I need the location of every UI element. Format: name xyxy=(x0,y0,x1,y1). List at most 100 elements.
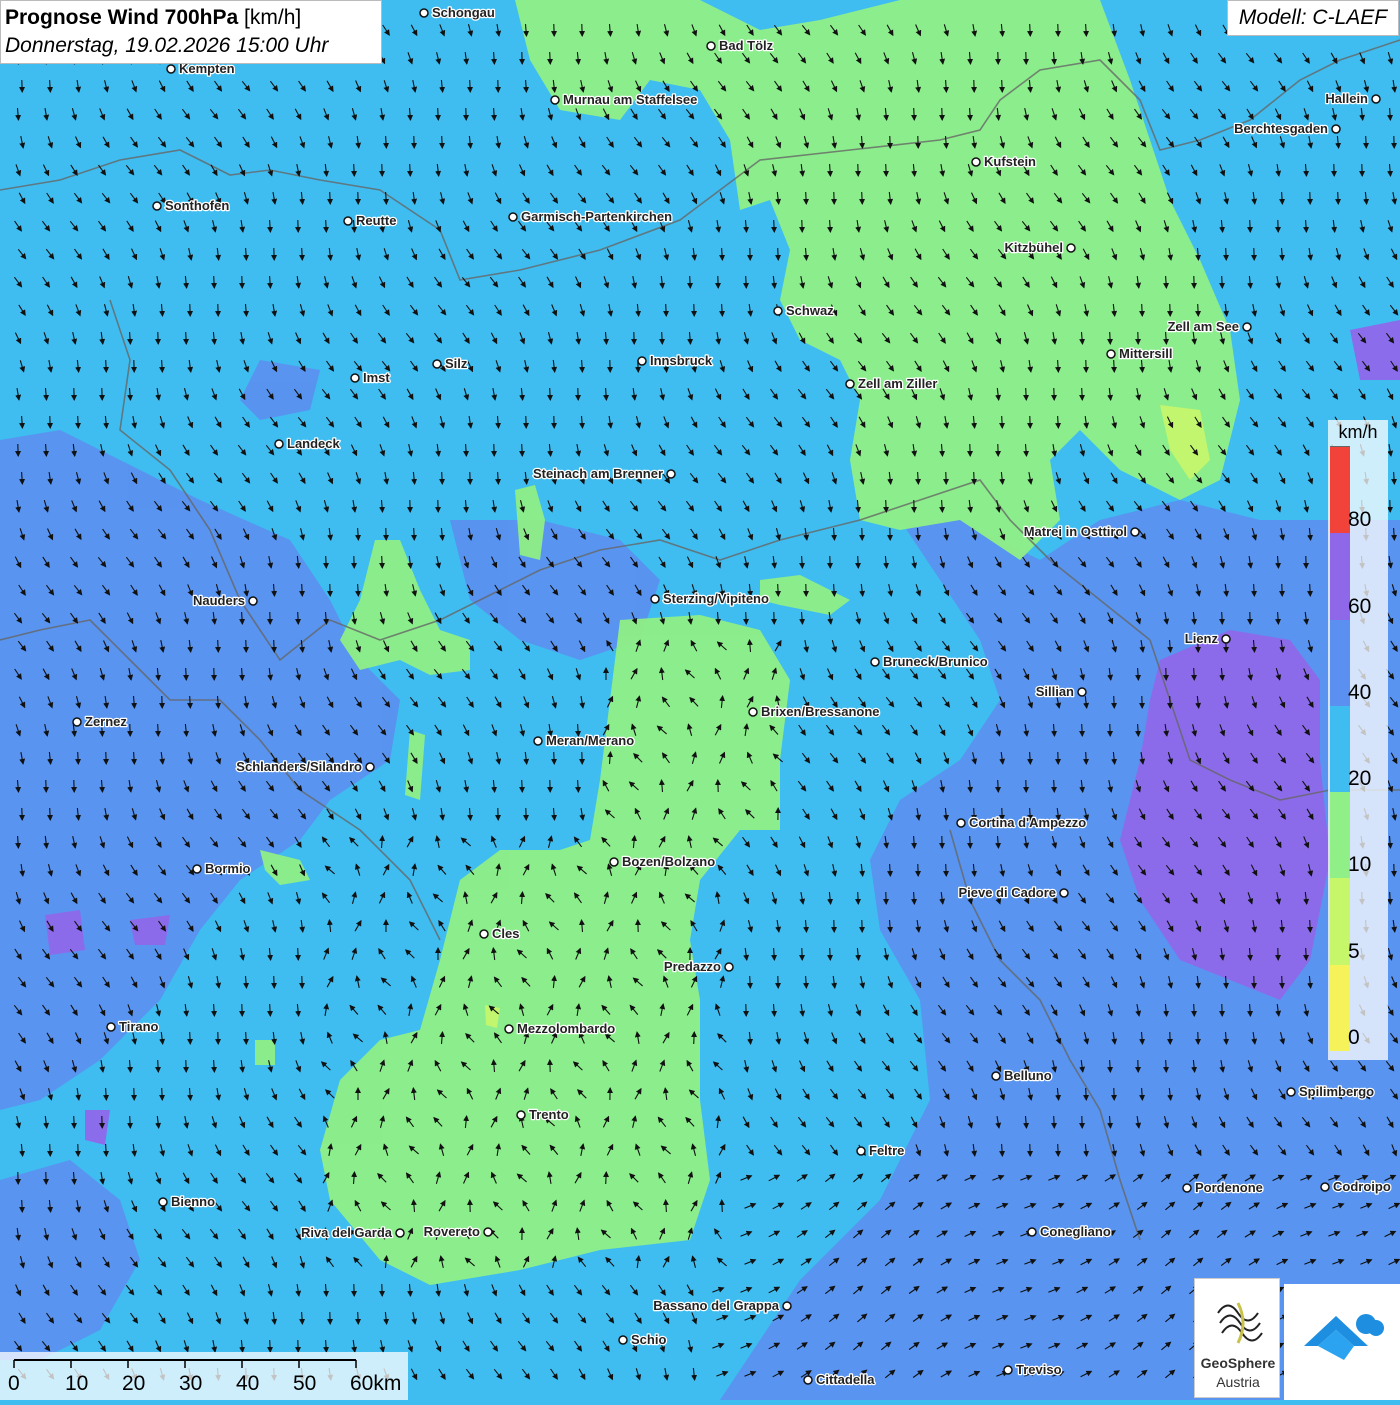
city-label: Schwaz xyxy=(786,303,834,318)
city-marker[interactable]: Spilimbergo xyxy=(1287,1084,1374,1099)
city-marker[interactable]: Cortina d'Ampezzo xyxy=(957,815,1086,830)
scale-bar: 0102030405060km xyxy=(0,1352,408,1400)
city-dot xyxy=(484,1228,492,1236)
city-marker[interactable]: Sterzing/Vipiteno xyxy=(651,591,769,606)
wind-arrow xyxy=(1110,332,1111,344)
wind-arrow xyxy=(778,248,779,260)
wind-arrow xyxy=(22,1200,23,1212)
wind-arrow xyxy=(106,360,107,372)
wind-arrow xyxy=(1086,1088,1087,1100)
scale-label: 40 xyxy=(236,1372,259,1396)
city-marker[interactable]: Garmisch-Partenkirchen xyxy=(509,209,672,224)
city-label: Codroipo xyxy=(1333,1179,1391,1194)
geosphere-logo[interactable]: GeoSphere Austria xyxy=(1194,1278,1280,1398)
wind-arrow xyxy=(1086,752,1087,764)
legend-tick-label: 10 xyxy=(1348,853,1371,877)
weather-app-logo[interactable] xyxy=(1284,1284,1400,1400)
city-dot xyxy=(749,708,757,716)
wind-arrow xyxy=(1082,724,1083,736)
wind-arrow xyxy=(1058,1144,1059,1156)
city-marker[interactable]: Sonthofen xyxy=(153,198,229,213)
wind-arrow xyxy=(914,108,915,120)
city-label: Murnau am Staffelsee xyxy=(563,92,697,107)
wind-arrow xyxy=(330,192,331,204)
wind-arrow xyxy=(298,612,299,624)
city-marker[interactable]: Pordenone xyxy=(1183,1180,1263,1195)
wind-arrow xyxy=(302,248,303,260)
weather-app-icon xyxy=(1284,1284,1400,1400)
wind-arrow xyxy=(442,136,443,148)
city-label: Hallein xyxy=(1325,91,1368,106)
wind-arrow xyxy=(1030,24,1031,36)
city-marker[interactable]: Meran/Merano xyxy=(534,733,634,748)
city-marker[interactable]: Pieve di Cadore xyxy=(958,885,1068,900)
city-marker[interactable]: Conegliano xyxy=(1028,1224,1111,1239)
scale-label: 50 xyxy=(293,1372,316,1396)
city-label: Garmisch-Partenkirchen xyxy=(521,209,672,224)
wind-arrow xyxy=(246,1032,247,1044)
city-label: Mezzolombardo xyxy=(517,1021,615,1036)
wind-arrow xyxy=(746,612,747,624)
geosphere-name: GeoSphere xyxy=(1195,1355,1281,1371)
city-marker[interactable]: Schongau xyxy=(420,5,495,20)
wind-arrow xyxy=(1310,584,1311,596)
city-dot xyxy=(1060,889,1068,897)
wind-arrow xyxy=(1002,416,1003,428)
city-marker[interactable]: Brixen/Bressanone xyxy=(749,704,880,719)
wind-arrow xyxy=(442,472,443,484)
city-marker[interactable]: Mezzolombardo xyxy=(505,1021,615,1036)
city-label: Schongau xyxy=(432,5,495,20)
city-marker[interactable]: Zell am See xyxy=(1167,319,1251,334)
wind-arrow xyxy=(1282,976,1283,988)
city-dot xyxy=(344,217,352,225)
city-marker[interactable]: Innsbruck xyxy=(638,353,713,368)
city-dot xyxy=(420,9,428,17)
scale-label: 60km xyxy=(350,1372,401,1396)
city-marker[interactable]: Schlanders/Silandro xyxy=(236,759,374,774)
wind-arrow xyxy=(78,416,79,428)
city-dot xyxy=(1004,1366,1012,1374)
wind-arrow xyxy=(274,976,275,988)
city-marker[interactable]: Steinach am Brenner xyxy=(533,466,675,481)
city-marker[interactable]: Riva del Garda xyxy=(301,1225,404,1240)
city-dot xyxy=(1321,1183,1329,1191)
city-dot xyxy=(153,202,161,210)
wind-arrow xyxy=(158,724,159,736)
city-dot xyxy=(505,1025,513,1033)
city-marker[interactable]: Berchtesgaden xyxy=(1234,121,1340,136)
city-marker[interactable]: Bruneck/Brunico xyxy=(871,654,988,669)
city-dot xyxy=(610,858,618,866)
wind-arrow xyxy=(522,780,523,792)
wind-map[interactable]: SchongauBad TölzKemptenMurnau am Staffel… xyxy=(0,0,1400,1400)
wind-arrow xyxy=(746,276,747,288)
city-marker[interactable]: Murnau am Staffelsee xyxy=(551,92,697,107)
scale-label: 0 xyxy=(8,1372,20,1396)
city-dot xyxy=(107,1023,115,1031)
city-dot xyxy=(783,1302,791,1310)
wind-arrow xyxy=(1054,1116,1055,1128)
city-marker[interactable]: Matrei in Osttirol xyxy=(1024,524,1139,539)
wind-arrow xyxy=(1166,1060,1167,1072)
wind-arrow xyxy=(74,1116,75,1128)
wind-arrow xyxy=(806,192,807,204)
wind-arrow xyxy=(778,584,779,596)
city-marker[interactable]: Bozen/Bolzano xyxy=(610,854,715,869)
city-label: Lienz xyxy=(1185,631,1219,646)
city-label: Nauders xyxy=(193,593,245,608)
wind-arrow xyxy=(470,80,471,92)
city-marker[interactable]: Bassano del Grappa xyxy=(653,1298,791,1313)
wind-arrow xyxy=(662,332,663,344)
wind-arrow xyxy=(1194,1004,1195,1016)
legend-tick-label: 20 xyxy=(1348,767,1371,791)
city-dot xyxy=(517,1111,525,1119)
city-dot xyxy=(857,1147,865,1155)
city-label: Sterzing/Vipiteno xyxy=(663,591,769,606)
wind-arrow xyxy=(270,1004,271,1016)
wind-arrow xyxy=(998,780,999,792)
city-dot xyxy=(774,307,782,315)
wind-arrow xyxy=(326,220,327,232)
wind-arrow xyxy=(1114,696,1115,708)
city-marker[interactable]: Zell am Ziller xyxy=(846,376,937,391)
city-dot xyxy=(846,380,854,388)
city-dot xyxy=(651,595,659,603)
